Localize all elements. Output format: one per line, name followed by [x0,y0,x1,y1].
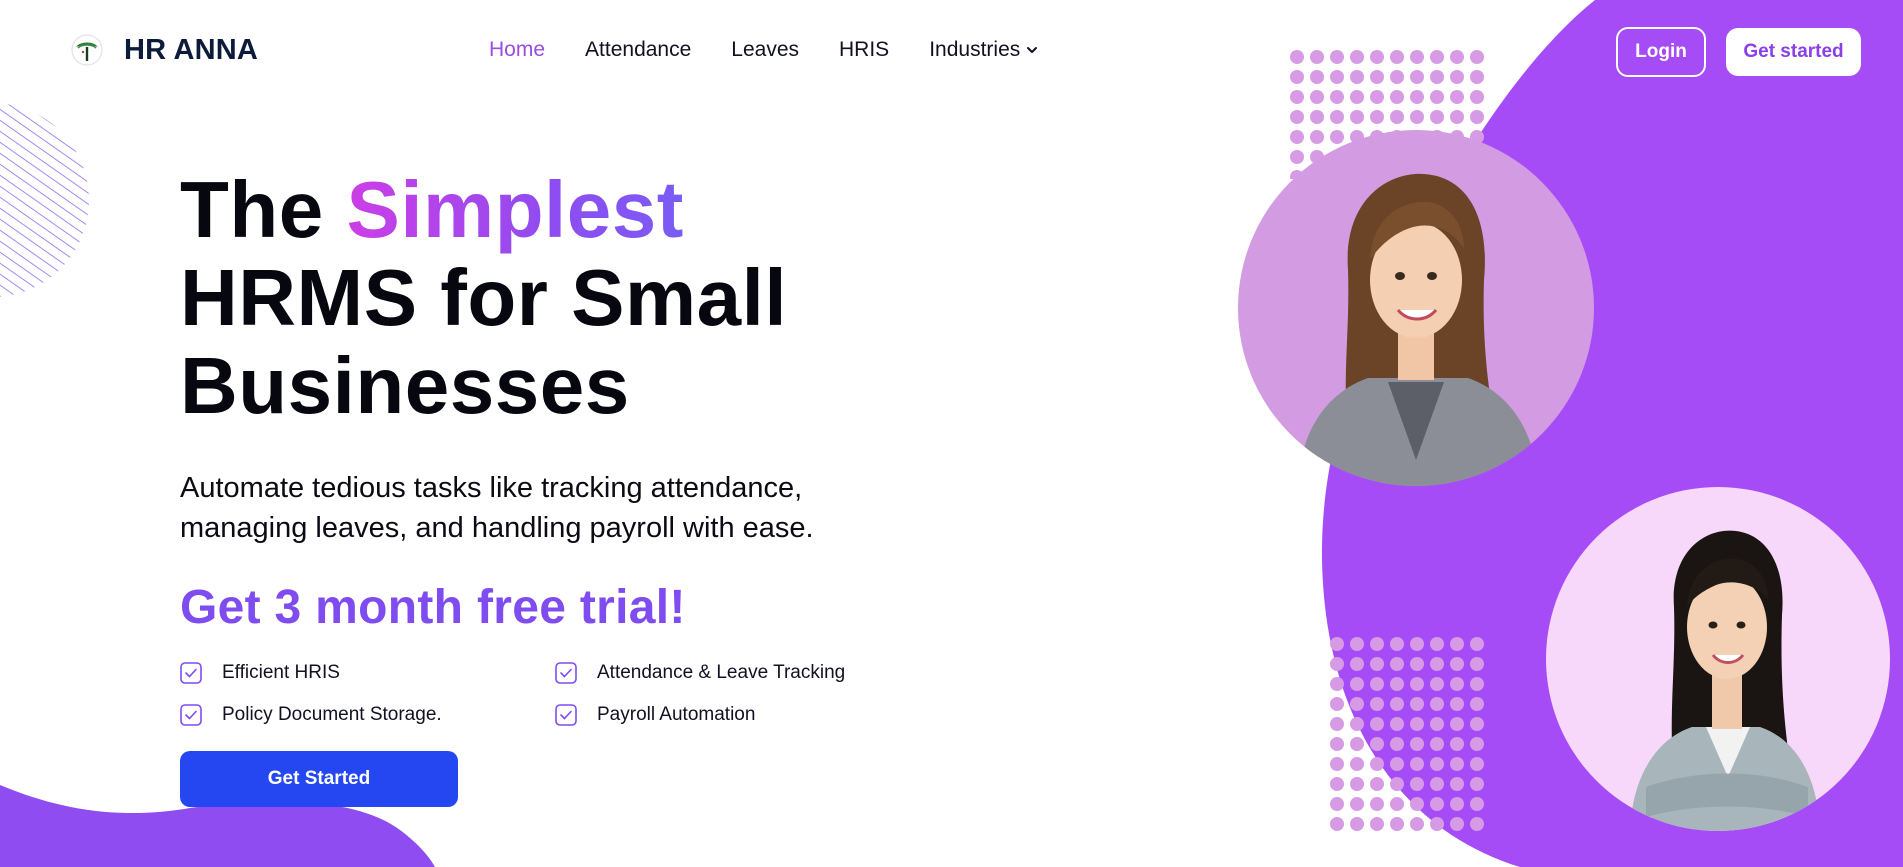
headline-the: The [180,165,324,254]
logo[interactable]: HR ANNA [70,33,258,67]
chevron-down-icon [1027,47,1038,53]
free-trial-heading: Get 3 month free trial! [180,581,686,634]
feature-label: Attendance & Leave Tracking [597,662,846,683]
checkbox-check-icon [180,704,202,726]
checkbox-check-icon [555,704,577,726]
feature-label: Policy Document Storage. [222,704,442,725]
feature-list: Efficient HRIS Attendance & Leave Tracki… [180,662,920,726]
feature-label: Payroll Automation [597,704,756,725]
feature-item: Efficient HRIS [180,662,555,684]
tree-logo-icon [71,34,103,66]
main-nav: Home Attendance Leaves HRIS Industries [489,38,1078,62]
headline-highlight: Simplest [346,165,684,254]
nav-attendance[interactable]: Attendance [585,38,691,62]
nav-industries[interactable]: Industries [929,38,1038,62]
subtitle-line1: Automate tedious tasks like tracking att… [180,472,803,504]
nav-hris[interactable]: HRIS [839,38,889,62]
brand-name: HR ANNA [124,33,259,66]
subtitle-line2: managing leaves, and handling payroll wi… [180,512,814,544]
feature-item: Attendance & Leave Tracking [555,662,920,684]
dot-grid-bottom [1329,636,1484,836]
hero-headline: The Simplest HRMS for Small Businesses [180,166,787,430]
feature-label: Efficient HRIS [222,662,340,683]
nav-home[interactable]: Home [489,38,545,62]
headline-line2: HRMS for Small [180,253,788,342]
checkbox-check-icon [180,662,202,684]
nav-industries-label: Industries [929,38,1021,61]
woman-portrait-2 [1546,487,1890,831]
hero-subtitle: Automate tedious tasks like tracking att… [180,468,940,548]
get-started-header-button[interactable]: Get started [1726,28,1861,76]
feature-item: Policy Document Storage. [180,704,555,726]
checkbox-check-icon [555,662,577,684]
woman-portrait-1 [1238,130,1594,486]
headline-line3: Businesses [180,341,630,430]
get-started-cta-button[interactable]: Get Started [180,751,458,807]
login-button[interactable]: Login [1616,27,1706,77]
hatched-circle [0,103,89,297]
nav-leaves[interactable]: Leaves [731,38,799,62]
feature-item: Payroll Automation [555,704,920,726]
